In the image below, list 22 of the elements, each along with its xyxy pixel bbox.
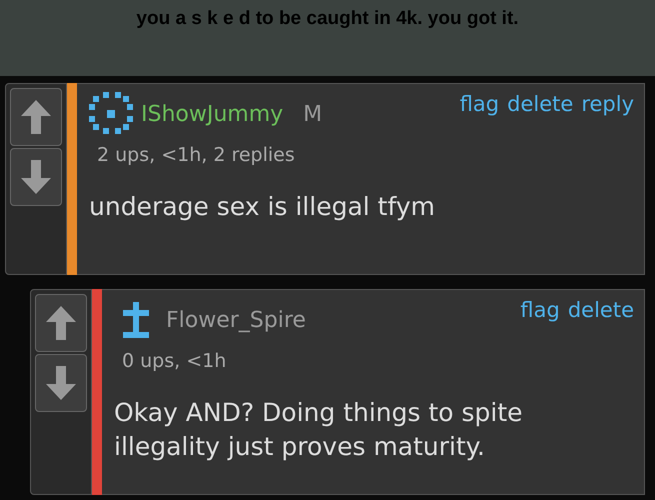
up-arrow-icon [21, 100, 51, 134]
comment-text: Okay AND? Doing things to spite illegality just proves maturity. [114, 397, 524, 463]
pixel-avatar-icon [89, 92, 133, 136]
comment-text: underage sex is illegal tfym [89, 191, 436, 223]
down-arrow-icon [46, 366, 76, 400]
comment-action-link[interactable]: delete [507, 92, 574, 116]
meme-caption: you a s k e d to be caught in 4k. you got it. [136, 8, 519, 31]
upvote-button[interactable] [10, 88, 62, 146]
username-link[interactable]: IShowJummy [141, 102, 284, 126]
comment-action-link[interactable]: reply [581, 92, 634, 116]
downvote-button[interactable] [10, 148, 62, 206]
comment-action-link[interactable]: flag [520, 298, 560, 322]
downvote-button[interactable] [35, 354, 87, 412]
comment-meta: 2 ups, <1h, 2 replies [97, 144, 296, 166]
upvote-button[interactable] [35, 294, 87, 352]
username-link[interactable]: Flower_Spire [166, 308, 306, 332]
comment-action-link[interactable]: flag [460, 92, 500, 116]
up-arrow-icon [46, 306, 76, 340]
comment-action-link[interactable]: delete [568, 298, 634, 322]
comment-meta: 0 ups, <1h [122, 350, 228, 372]
down-arrow-icon [21, 160, 51, 194]
user-role-label: M [303, 102, 322, 126]
